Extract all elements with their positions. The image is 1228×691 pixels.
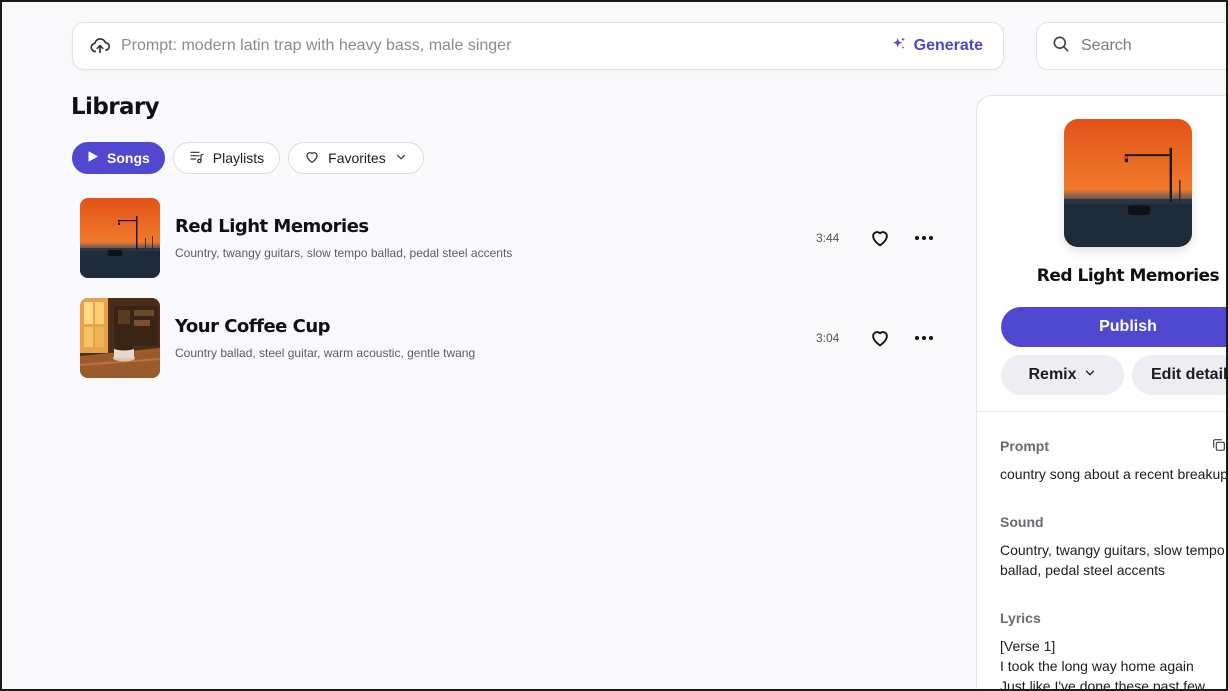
heart-icon [872, 231, 888, 247]
sound-text-line: Country, twangy guitars, slow tempo [1000, 542, 1225, 558]
publish-button[interactable]: Publish [1001, 307, 1228, 347]
lyrics-section-label: Lyrics [1000, 610, 1041, 626]
lyrics-line: Just like I've done these past few [1000, 678, 1206, 691]
filter-favorites[interactable]: Favorites [288, 142, 424, 174]
song-detail-panel: Red Light Memories Publish Remix Edit de… [976, 95, 1228, 691]
chevron-down-icon [1083, 366, 1097, 385]
remix-label: Remix [1028, 366, 1077, 383]
search-bar [1036, 22, 1228, 70]
sound-text-line: ballad, pedal steel accents [1000, 562, 1165, 578]
song-list: Red Light Memories Country, twangy guita… [80, 198, 942, 398]
filter-songs-label: Songs [107, 150, 150, 166]
more-options-button[interactable] [912, 226, 936, 250]
heart-icon [872, 331, 888, 347]
more-horizontal-icon [915, 236, 933, 240]
generate-button[interactable]: Generate [885, 32, 989, 61]
more-horizontal-icon [915, 336, 933, 340]
like-button[interactable] [868, 226, 892, 250]
chevron-down-icon [394, 150, 408, 167]
song-cover-image [80, 198, 160, 278]
detail-song-title: Red Light Memories [1036, 266, 1220, 286]
page-title: Library [71, 94, 160, 120]
prompt-input[interactable] [121, 37, 885, 55]
filter-favorites-label: Favorites [328, 150, 386, 166]
filter-songs[interactable]: Songs [72, 142, 165, 174]
filter-playlists[interactable]: Playlists [172, 142, 281, 174]
heart-icon [304, 149, 320, 168]
play-icon [87, 150, 99, 166]
song-duration: 3:04 [816, 331, 840, 345]
search-icon [1051, 34, 1071, 59]
edit-details-button[interactable]: Edit details [1132, 355, 1228, 395]
more-options-button[interactable] [912, 326, 936, 350]
detail-cover-image [1064, 119, 1192, 247]
search-input[interactable] [1081, 37, 1201, 55]
playlist-icon [189, 149, 205, 168]
copy-icon[interactable] [1211, 437, 1227, 453]
cloud-upload-icon[interactable] [89, 35, 111, 57]
song-tags: Country, twangy guitars, slow tempo ball… [175, 246, 513, 260]
lyrics-line: I took the long way home again [1000, 658, 1194, 674]
prompt-section-label: Prompt [1000, 438, 1049, 454]
filter-chips: Songs Playlists Favorites [72, 142, 424, 174]
list-item[interactable]: Your Coffee Cup Country ballad, steel gu… [80, 298, 942, 378]
panel-divider [977, 411, 1228, 412]
list-item[interactable]: Red Light Memories Country, twangy guita… [80, 198, 942, 278]
prompt-text: country song about a recent breakup [1000, 466, 1228, 482]
sparkle-icon [891, 36, 907, 57]
like-button[interactable] [868, 326, 892, 350]
generate-label: Generate [913, 37, 983, 54]
lyrics-line: [Verse 1] [1000, 638, 1056, 654]
song-tags: Country ballad, steel guitar, warm acous… [175, 346, 476, 360]
filter-playlists-label: Playlists [212, 150, 265, 166]
sound-section-label: Sound [1000, 514, 1044, 530]
song-cover-image [80, 298, 160, 378]
remix-button[interactable]: Remix [1001, 355, 1124, 395]
song-duration: 3:44 [816, 231, 840, 245]
prompt-bar: Generate [72, 22, 1004, 70]
